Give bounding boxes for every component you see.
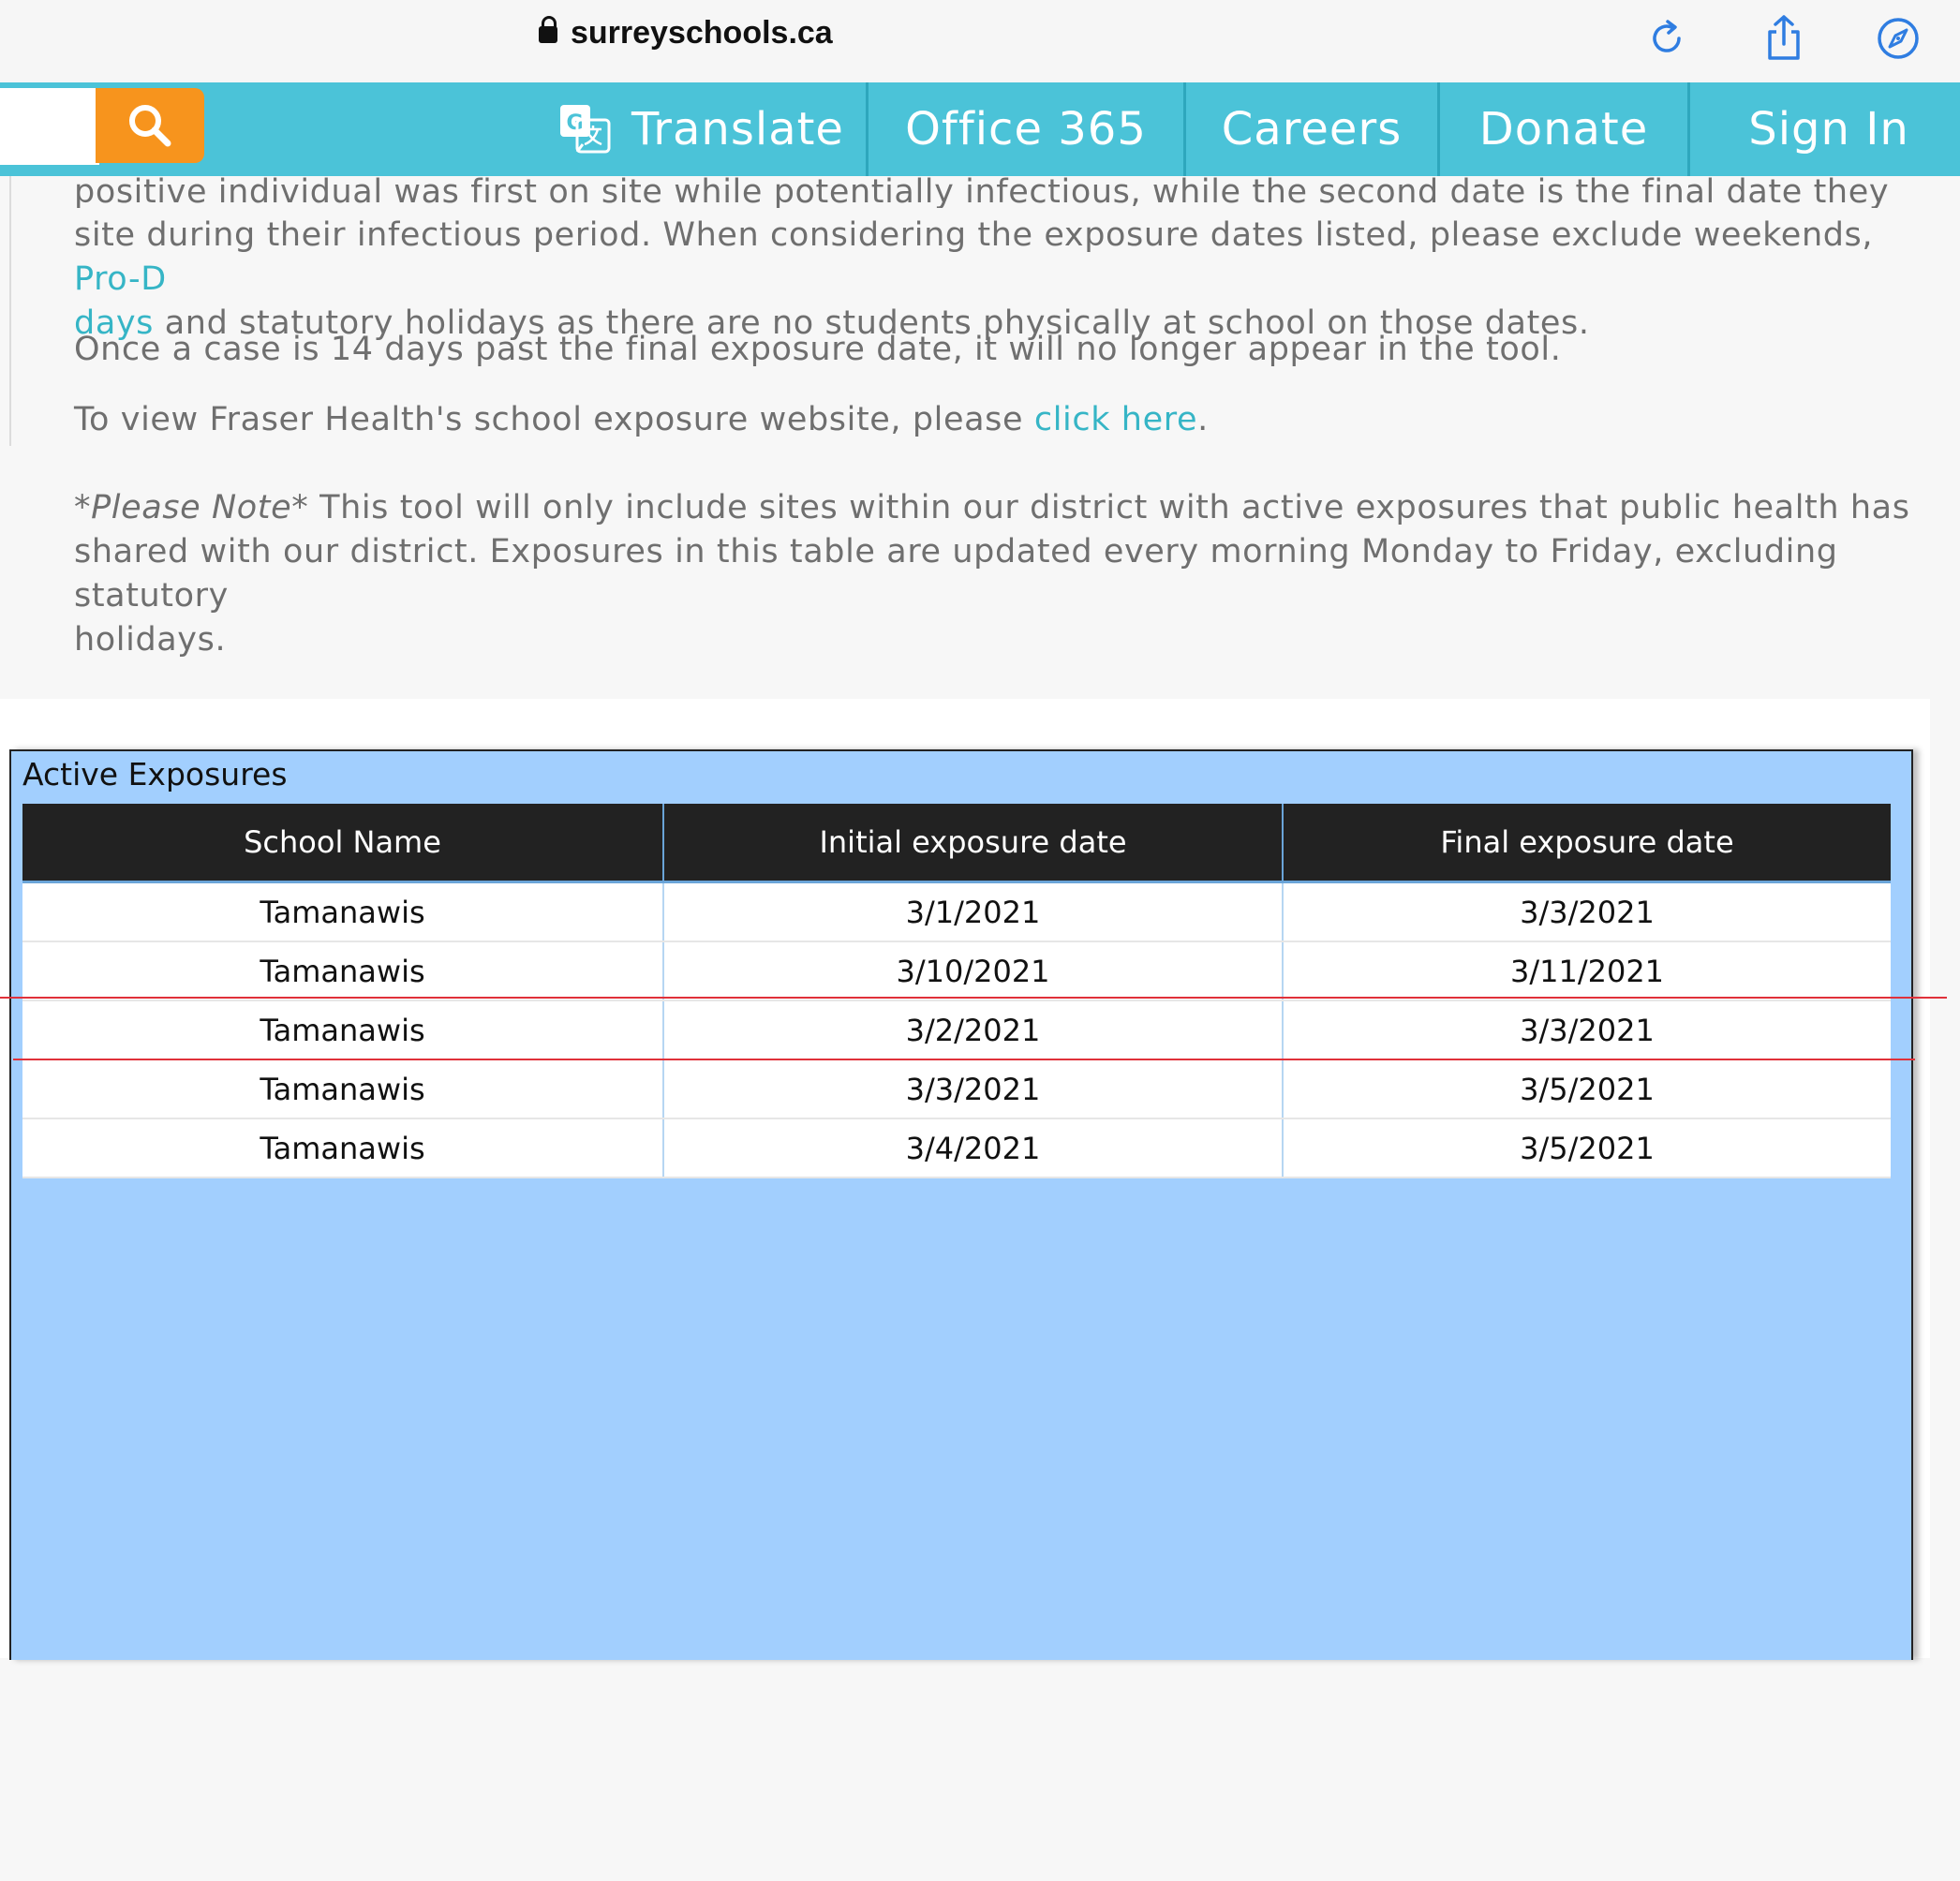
- nav-office-365-label: Office 365: [905, 103, 1147, 156]
- translate-icon: G: [560, 105, 611, 154]
- search-button[interactable]: [96, 88, 204, 163]
- content-divider: [9, 176, 11, 446]
- nav-donate-label: Donate: [1478, 103, 1649, 156]
- table-row: Tamanawis 3/4/2021 3/5/2021: [22, 1118, 1891, 1178]
- table-cell: 3/3/2021: [1283, 881, 1891, 942]
- table-cell: 3/4/2021: [663, 1118, 1284, 1178]
- paragraph-text: site during their infectious period. Whe…: [74, 216, 1874, 254]
- table-cell: Tamanawis: [22, 941, 664, 1001]
- click-here-link[interactable]: click here: [1034, 401, 1197, 438]
- column-header-school-name[interactable]: School Name: [22, 804, 664, 883]
- paragraph-text: shared with our district. Exposures in t…: [74, 533, 1838, 615]
- search-input[interactable]: [0, 88, 99, 165]
- paragraph-text: To view Fraser Health's school exposure …: [74, 401, 1034, 438]
- please-note-label: *Please Note*: [74, 489, 309, 526]
- report-container: Active Exposures School Name Initial exp…: [0, 699, 1930, 1660]
- please-note-paragraph: *Please Note* This tool will only includ…: [74, 486, 1910, 662]
- nav-careers-label: Careers: [1221, 103, 1403, 156]
- table-row: Tamanawis 3/3/2021 3/5/2021: [22, 1059, 1891, 1119]
- table-cell: 3/3/2021: [663, 1059, 1284, 1119]
- nav-sign-in-label: Sign In: [1748, 103, 1909, 156]
- article-body: positive individual was first on site wh…: [0, 176, 1960, 701]
- lock-icon: [539, 15, 557, 47]
- table-row: Tamanawis 3/1/2021 3/3/2021: [22, 881, 1891, 942]
- annotation-line: [0, 997, 1947, 999]
- table-cell: Tamanawis: [22, 1000, 664, 1060]
- paragraph-text: .: [1197, 401, 1209, 438]
- nav-donate[interactable]: Donate: [1440, 82, 1687, 176]
- search-icon: [129, 105, 171, 147]
- paragraph-text: This tool will only include sites within…: [308, 489, 1910, 526]
- address-bar[interactable]: surreyschools.ca: [539, 15, 833, 52]
- table-cell: Tamanawis: [22, 1059, 664, 1119]
- nav-office-365[interactable]: Office 365: [869, 82, 1183, 176]
- column-header-initial-exposure-date[interactable]: Initial exposure date: [663, 804, 1284, 883]
- nav-translate[interactable]: G Translate: [534, 82, 867, 176]
- share-icon[interactable]: [1759, 13, 1809, 64]
- column-header-final-exposure-date[interactable]: Final exposure date: [1283, 804, 1891, 883]
- table-cell: 3/10/2021: [663, 941, 1284, 1001]
- table-cell: 3/5/2021: [1283, 1059, 1891, 1119]
- paragraph-exposure-dates: site during their infectious period. Whe…: [74, 214, 1910, 346]
- table-row: Tamanawis 3/2/2021 3/3/2021: [22, 1000, 1891, 1060]
- table-row: Tamanawis 3/10/2021 3/11/2021: [22, 941, 1891, 1001]
- compass-icon[interactable]: [1873, 13, 1923, 64]
- paragraph-text: positive individual was first on site wh…: [74, 176, 1890, 208]
- reload-icon[interactable]: [1641, 13, 1692, 64]
- paragraph-fraser-health: To view Fraser Health's school exposure …: [74, 398, 1910, 442]
- table-cell: 3/1/2021: [663, 881, 1284, 942]
- active-exposures-card: Active Exposures School Name Initial exp…: [9, 749, 1913, 1660]
- pro-d-days-link[interactable]: Pro-D: [74, 260, 167, 298]
- nav-translate-label: Translate: [631, 103, 844, 156]
- paragraph-text: Once a case is 14 days past the final ex…: [74, 331, 1562, 368]
- paragraph-text: holidays.: [74, 621, 227, 659]
- table-cell: Tamanawis: [22, 881, 664, 942]
- table-title: Active Exposures: [22, 756, 288, 792]
- table-cell: Tamanawis: [22, 1118, 664, 1178]
- site-navbar: G Translate Office 365 Careers Donate Si…: [0, 82, 1960, 176]
- table-header-row: School Name Initial exposure date Final …: [22, 804, 1891, 883]
- table-cell: 3/2/2021: [663, 1000, 1284, 1060]
- table-cell: 3/3/2021: [1283, 1000, 1891, 1060]
- nav-sign-in[interactable]: Sign In: [1690, 82, 1960, 176]
- table-cell: 3/11/2021: [1283, 941, 1891, 1001]
- browser-toolbar: surreyschools.ca: [0, 0, 1960, 82]
- exposures-table: School Name Initial exposure date Final …: [22, 804, 1891, 1178]
- url-text: surreyschools.ca: [571, 15, 833, 51]
- nav-careers[interactable]: Careers: [1186, 82, 1437, 176]
- svg-text:G: G: [566, 111, 584, 135]
- paragraph-14-days: Once a case is 14 days past the final ex…: [74, 328, 1910, 372]
- table-cell: 3/5/2021: [1283, 1118, 1891, 1178]
- paragraph-exposure-dates-clipped: positive individual was first on site wh…: [74, 176, 1910, 208]
- annotation-line: [13, 1059, 1915, 1060]
